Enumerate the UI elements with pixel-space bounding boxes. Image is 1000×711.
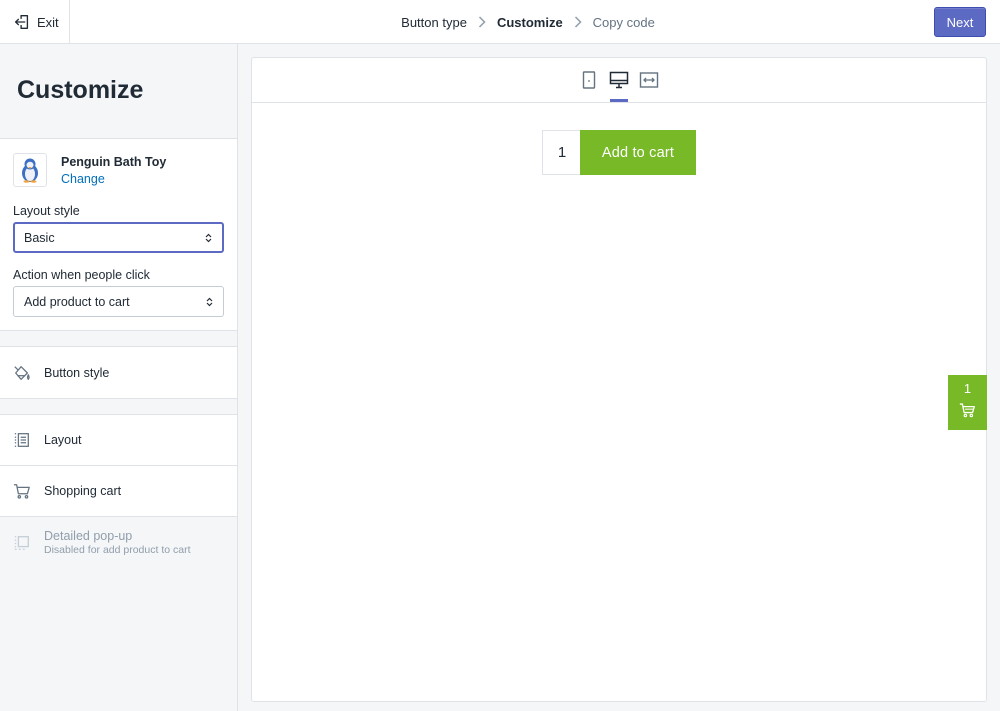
sidebar: Customize Penguin Bath Toy Change Layout…	[0, 44, 238, 711]
full-width-view-button[interactable]	[639, 70, 659, 90]
sidebar-item-label: Detailed pop-up	[44, 529, 133, 543]
button-style-card: Button style	[0, 346, 237, 399]
layout-style-select[interactable]: Basic	[13, 222, 224, 253]
exit-label: Exit	[37, 14, 59, 30]
chevron-right-icon	[467, 16, 497, 28]
sidebar-item-label: Shopping cart	[44, 484, 122, 498]
click-action-select[interactable]: Add product to cart	[13, 286, 224, 317]
device-toggle-bar	[252, 58, 986, 103]
selected-device-indicator	[610, 99, 628, 102]
click-action-label: Action when people click	[13, 268, 150, 282]
product-thumbnail	[13, 153, 47, 187]
add-to-cart-button[interactable]: Add to cart	[580, 130, 696, 175]
sidebar-item-detailed-popup: Detailed pop-up Disabled for add product…	[0, 517, 237, 568]
desktop-icon	[609, 71, 629, 89]
preview-panel: 1 Add to cart	[251, 57, 987, 702]
step-customize[interactable]: Customize	[497, 15, 563, 30]
step-button-type[interactable]: Button type	[401, 15, 467, 30]
floating-cart-tab[interactable]: 1	[948, 375, 987, 430]
sidebar-item-sublabel: Disabled for add product to cart	[44, 544, 191, 556]
popup-icon	[13, 534, 31, 552]
product-settings-card: Penguin Bath Toy Change Layout style Bas…	[0, 138, 237, 331]
sidebar-item-shopping-cart[interactable]: Shopping cart	[0, 466, 237, 517]
layout-style-value: Basic	[24, 230, 55, 245]
change-product-link[interactable]: Change	[61, 172, 105, 186]
sidebar-item-label: Button style	[44, 365, 110, 380]
quantity-input[interactable]: 1	[542, 130, 581, 175]
exit-button[interactable]: Exit	[0, 0, 70, 44]
mobile-view-button[interactable]	[579, 70, 599, 90]
mobile-icon	[582, 71, 596, 89]
settings-list-card: Layout Shopping cart Detailed pop-up Dis…	[0, 414, 237, 568]
cart-icon	[13, 482, 31, 500]
step-copy-code[interactable]: Copy code	[593, 15, 655, 30]
popup-text: Detailed pop-up Disabled for add product…	[44, 529, 191, 556]
penguin-toy-image	[22, 158, 38, 183]
layout-icon	[13, 431, 31, 449]
sidebar-item-label: Layout	[44, 433, 82, 447]
layout-style-label: Layout style	[13, 204, 80, 218]
cart-count: 1	[963, 381, 972, 396]
top-bar: Exit Button type Customize Copy code Nex…	[0, 0, 1000, 44]
select-arrows-icon	[206, 297, 213, 306]
paint-bucket-icon	[13, 364, 31, 382]
full-width-icon	[639, 72, 659, 88]
desktop-view-button[interactable]	[609, 70, 629, 90]
sidebar-item-button-style[interactable]: Button style	[0, 347, 237, 398]
select-arrows-icon	[205, 233, 212, 242]
click-action-value: Add product to cart	[24, 294, 130, 309]
next-button[interactable]: Next	[934, 7, 986, 37]
exit-icon	[13, 13, 31, 31]
step-breadcrumb: Button type Customize Copy code	[0, 0, 1000, 44]
cart-icon	[959, 403, 975, 418]
page-title: Customize	[17, 76, 144, 104]
sidebar-item-layout[interactable]: Layout	[0, 415, 237, 466]
chevron-right-icon	[563, 16, 593, 28]
product-name: Penguin Bath Toy	[61, 155, 167, 169]
